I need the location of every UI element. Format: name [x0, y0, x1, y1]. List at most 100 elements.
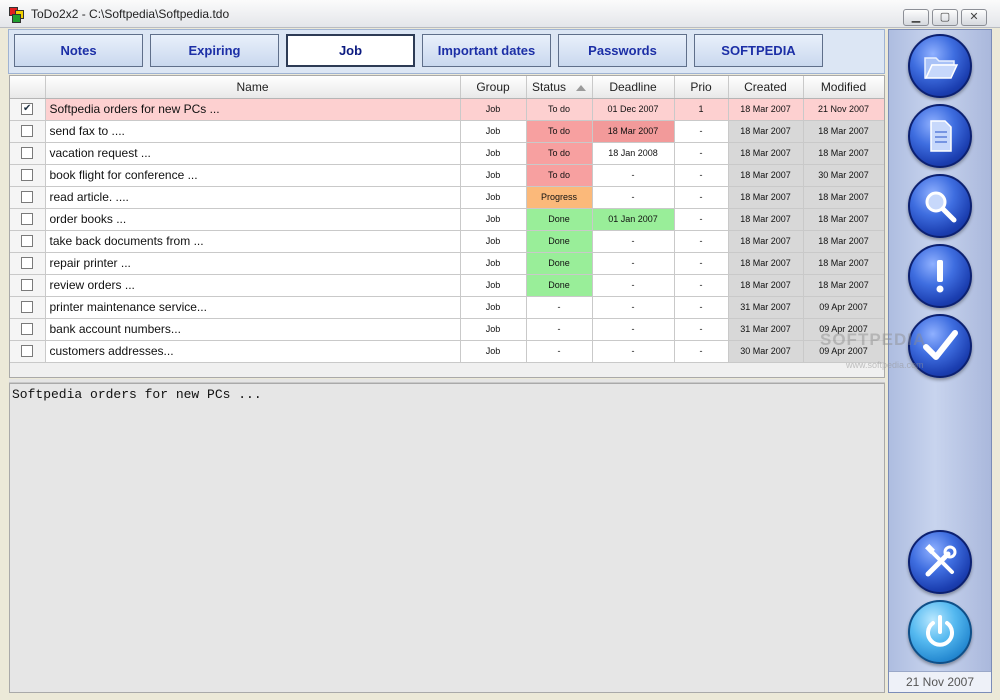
column-header-modified[interactable]: Modified [803, 76, 884, 99]
window-title: ToDo2x2 - C:\Softpedia\Softpedia.tdo [31, 7, 230, 21]
task-name: order books ... [45, 208, 461, 231]
minimize-button[interactable]: ▁ [903, 9, 929, 26]
task-checkbox-box[interactable] [21, 279, 34, 291]
task-grid[interactable]: Name Group Status Deadline Prio Created … [9, 75, 885, 378]
task-checkbox-box[interactable] [21, 191, 34, 203]
task-checkbox-box[interactable] [21, 235, 34, 247]
task-row[interactable]: vacation request ... Job To do 18 Jan 2008-… [10, 142, 884, 165]
task-modified: 18 Mar 2007 [803, 120, 884, 143]
search-button[interactable] [908, 174, 972, 238]
task-modified: 18 Mar 2007 [803, 252, 884, 275]
tab-expiring[interactable]: Expiring [150, 34, 279, 67]
task-created: 31 Mar 2007 [728, 296, 804, 319]
task-created: 18 Mar 2007 [728, 186, 804, 209]
task-prio: - [674, 186, 729, 209]
task-row[interactable]: order books ... Job Done 01 Jan 2007-18 Mar… [10, 208, 884, 231]
task-checkbox [10, 120, 46, 143]
task-prio: - [674, 230, 729, 253]
task-checkbox-box[interactable] [21, 301, 34, 313]
task-row[interactable]: repair printer ... Job Done - -18 Mar 2007 18… [10, 252, 884, 275]
close-button[interactable]: ✕ [961, 9, 987, 26]
task-table: Name Group Status Deadline Prio Created … [10, 76, 884, 363]
task-deadline: 01 Jan 2007 [592, 208, 675, 231]
task-created: 18 Mar 2007 [728, 120, 804, 143]
task-checkbox [10, 340, 46, 363]
task-row[interactable]: customers addresses... Job - - -30 Mar 2007 0… [10, 340, 884, 363]
task-group: Job [460, 208, 527, 231]
column-header-group[interactable]: Group [460, 76, 527, 99]
task-checkbox [10, 252, 46, 275]
tab-job[interactable]: Job [286, 34, 415, 67]
column-header-deadline[interactable]: Deadline [592, 76, 675, 99]
new-note-button[interactable] [908, 104, 972, 168]
exit-button[interactable] [908, 600, 972, 664]
task-group: Job [460, 120, 527, 143]
task-checkbox-box[interactable] [21, 323, 34, 335]
exclamation-icon [936, 260, 944, 293]
column-header-check[interactable] [10, 76, 46, 99]
task-checkbox [10, 186, 46, 209]
task-checkbox-box[interactable] [21, 147, 34, 159]
maximize-button[interactable]: ▢ [932, 9, 958, 26]
task-created: 30 Mar 2007 [728, 340, 804, 363]
column-header-prio[interactable]: Prio [674, 76, 729, 99]
task-created: 18 Mar 2007 [728, 142, 804, 165]
task-deadline: - [592, 340, 675, 363]
task-prio: - [674, 296, 729, 319]
task-row[interactable]: take back documents from ... Job Done - -18 … [10, 230, 884, 253]
task-modified: 18 Mar 2007 [803, 186, 884, 209]
task-status: Progress [526, 186, 593, 209]
task-group: Job [460, 274, 527, 297]
open-file-button[interactable] [908, 34, 972, 98]
important-button[interactable] [908, 244, 972, 308]
magnifier-icon [925, 191, 957, 223]
column-header-status[interactable]: Status [526, 76, 593, 99]
task-prio: - [674, 120, 729, 143]
task-checkbox-box[interactable] [21, 213, 34, 225]
tab-notes[interactable]: Notes [14, 34, 143, 67]
task-checkbox-box[interactable] [21, 257, 34, 269]
task-modified: 18 Mar 2007 [803, 142, 884, 165]
task-row[interactable]: book flight for conference ... Job To do - -… [10, 164, 884, 187]
settings-button[interactable] [908, 530, 972, 594]
task-group: Job [460, 340, 527, 363]
column-header-created[interactable]: Created [728, 76, 804, 99]
task-group: Job [460, 164, 527, 187]
task-name: send fax to .... [45, 120, 461, 143]
tab-important-dates[interactable]: Important dates [422, 34, 551, 67]
task-checkbox-box[interactable] [21, 345, 34, 357]
task-row[interactable]: review orders ... Job Done - -18 Mar 2007 18 … [10, 274, 884, 297]
task-group: Job [460, 186, 527, 209]
task-row[interactable]: printer maintenance service... Job - - -31 M… [10, 296, 884, 319]
tab-passwords[interactable]: Passwords [558, 34, 687, 67]
column-header-name[interactable]: Name [45, 76, 461, 99]
current-date: 21 Nov 2007 [889, 671, 991, 692]
category-tab-bar: Notes Expiring Job Important dates Passw… [8, 29, 885, 74]
task-checkbox-box[interactable]: ✔ [21, 103, 34, 115]
task-status: - [526, 296, 593, 319]
power-icon [926, 615, 954, 647]
task-prio: - [674, 142, 729, 165]
note-text-area[interactable]: Softpedia orders for new PCs ... [9, 383, 885, 693]
task-row[interactable]: send fax to .... Job To do 18 Mar 2007-18 M… [10, 120, 884, 143]
task-checkbox-box[interactable] [21, 125, 34, 137]
task-name: read article. .... [45, 186, 461, 209]
task-deadline: 01 Dec 2007 [592, 98, 675, 121]
task-created: 18 Mar 2007 [728, 164, 804, 187]
task-status: To do [526, 164, 593, 187]
task-prio: 1 [674, 98, 729, 121]
task-modified: 09 Apr 2007 [803, 296, 884, 319]
tab-softpedia[interactable]: SOFTPEDIA [694, 34, 823, 67]
task-prio: - [674, 340, 729, 363]
task-checkbox [10, 296, 46, 319]
task-prio: - [674, 318, 729, 341]
task-row[interactable]: read article. .... Job Progress - -18 Mar 20… [10, 186, 884, 209]
task-status: To do [526, 120, 593, 143]
task-checkbox-box[interactable] [21, 169, 34, 181]
task-created: 31 Mar 2007 [728, 318, 804, 341]
task-checkbox: ✔ [10, 98, 46, 121]
task-row[interactable]: bank account numbers... Job - - -31 Mar 2007… [10, 318, 884, 341]
task-row[interactable]: ✔ Softpedia orders for new PCs ... Job To d… [10, 98, 884, 121]
task-name: Softpedia orders for new PCs ... [45, 98, 461, 121]
task-deadline: 18 Mar 2007 [592, 120, 675, 143]
